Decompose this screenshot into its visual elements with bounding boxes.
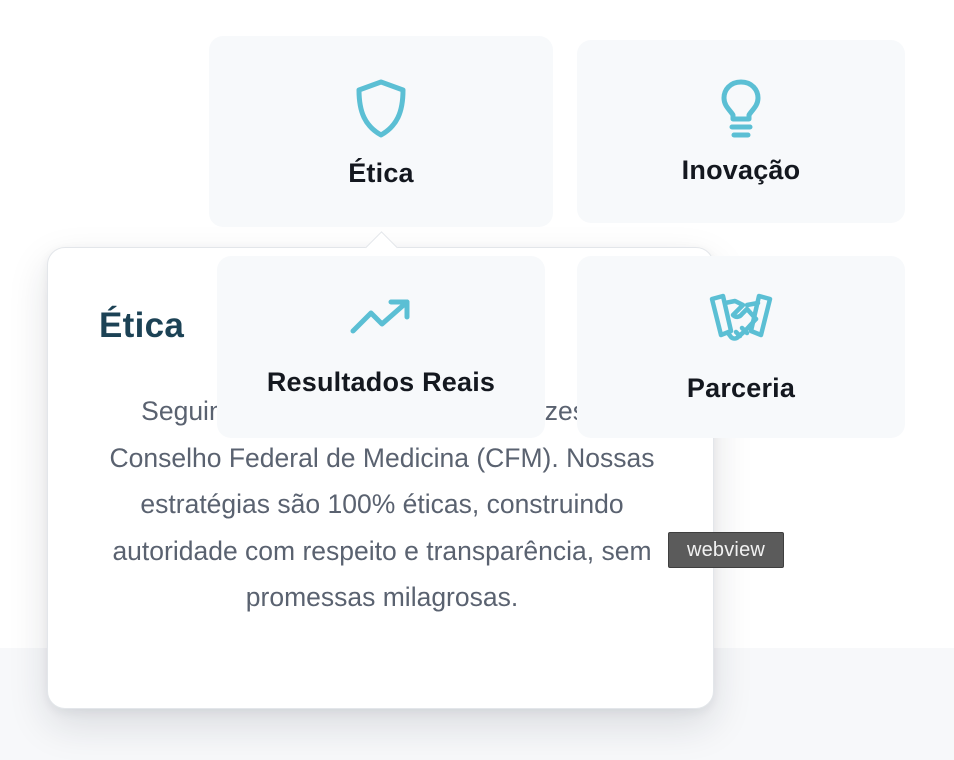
page: Ética Inovação Ética Seguimos rigorosame…: [0, 0, 954, 760]
lightbulb-icon: [719, 77, 763, 139]
value-card-label: Ética: [348, 158, 414, 188]
shield-icon: [354, 78, 408, 140]
value-card-parceria[interactable]: Parceria: [577, 256, 905, 438]
value-card-label: Parceria: [686, 372, 796, 403]
handshake-icon: [709, 291, 773, 349]
value-card-inovacao[interactable]: Inovação: [577, 40, 905, 223]
value-card-label: Resultados Reais: [266, 366, 496, 397]
value-card-etica[interactable]: Ética: [209, 36, 553, 227]
tooltip-title: Ética: [99, 306, 185, 345]
webview-badge: webview: [668, 532, 784, 568]
value-card-resultados-reais[interactable]: Resultados Reais: [217, 256, 545, 438]
value-card-label: Inovação: [681, 155, 801, 185]
trending-up-icon: [349, 297, 413, 339]
